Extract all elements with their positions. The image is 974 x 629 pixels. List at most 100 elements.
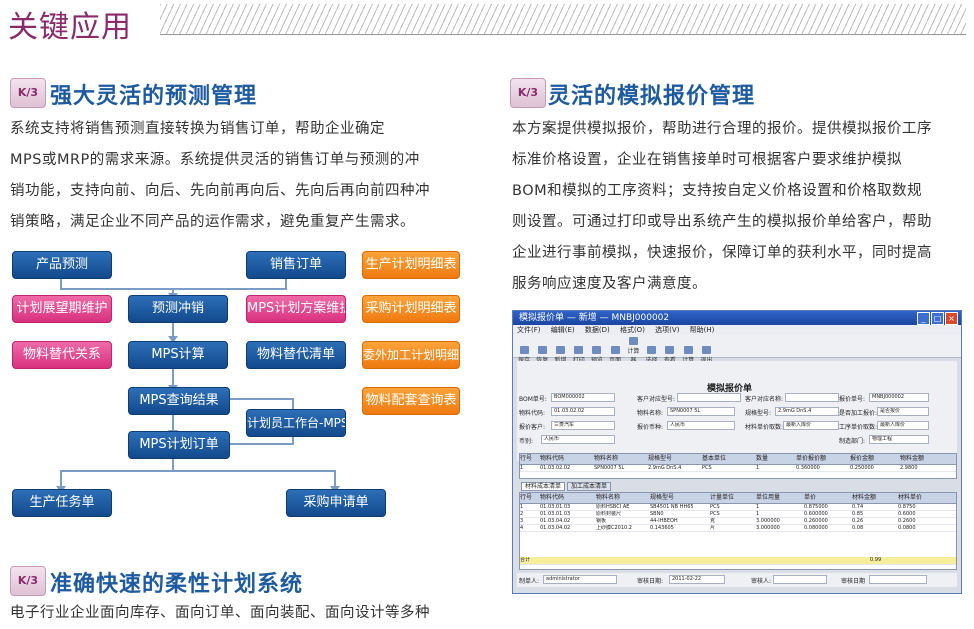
field-label: 材料单价取数: [745, 424, 784, 431]
flow-node-material-query[interactable]: 物料配套查询表 [362, 387, 460, 415]
minimize-icon[interactable]: _ [917, 312, 930, 325]
field-label: 是否加工报价: [839, 410, 878, 417]
menu-item[interactable]: 编辑(E) [551, 326, 575, 334]
text-line: 销策略，满足企业不同产品的运作需求，避免重复产生需求。 [10, 214, 415, 230]
new-icon [555, 346, 565, 354]
menu-item[interactable]: 格式(O) [620, 326, 645, 334]
field-label: 报价币种: [637, 424, 664, 431]
quote-currency-field[interactable]: 人民币 [667, 421, 735, 430]
text-line: 则设置。可通过打印或导出系统产生的模拟报价单给客户，帮助 [512, 214, 932, 230]
field-label: 规格型号: [745, 410, 772, 417]
section-heading-quote: 灵活的模拟报价管理 [548, 84, 756, 109]
maker-field: administrator [543, 575, 617, 584]
quote-customer-field[interactable]: 三菱汽车 [551, 421, 615, 430]
tab-material-cost[interactable]: 材料成本清单 [521, 482, 566, 491]
restore-icon [537, 346, 547, 354]
tab-process-cost[interactable]: 加工成本清单 [566, 482, 611, 491]
flow-node-material-sub[interactable]: 物料替代关系 [12, 341, 112, 369]
toolbar-button[interactable]: 计算器 [625, 337, 641, 364]
maker-label: 制单人: [519, 578, 540, 585]
date-label: 审核日期: [637, 578, 664, 585]
flow-node-mps-query[interactable]: MPS查询结果 [128, 387, 230, 415]
spec-field[interactable]: 2.9mG DnS.4 [775, 407, 839, 416]
field-label: 物料名称: [637, 410, 664, 417]
review-date-label: 审核日期 [841, 578, 866, 585]
text-line: 标准价格设置，企业在销售接单时可根据客户要求维护模拟 [512, 152, 902, 168]
material-cost-grid: 行号 物料代码 物料名称 规格型号 计量单位 单位用量 单价 材料金额 材料单价 1 01.03.… [519, 492, 957, 570]
k3-badge-icon: K/3 [10, 566, 46, 596]
text-line: 系统支持将销售预测直接转换为销售订单，帮助企业确定 [10, 121, 385, 137]
material-name-field[interactable]: SPN0007 5L [667, 407, 735, 416]
flow-node-mps-order[interactable]: MPS计划订单 [128, 431, 230, 459]
text-line: 销功能，支持向前、向后、先向前再向后、先向后再向前四种冲 [10, 183, 430, 199]
field-label: BOM单号: [519, 396, 547, 403]
table-row[interactable]: 1 01.03.01.03 原料HSBCI AE SB4501 NB HH65 PCS 1… [520, 504, 956, 511]
close-icon[interactable]: × [945, 312, 958, 325]
print-icon [574, 346, 584, 354]
flow-node-sales-order[interactable]: 销售订单 [246, 251, 346, 279]
table-row[interactable]: 1 01.03.02.02 SPN0007 5L 2.9mG DnS.4 PCS 1 0.3… [520, 465, 956, 472]
flow-node-outsource-report[interactable]: 委外加工计划明细表 [362, 341, 460, 369]
connector [172, 367, 174, 387]
field-label: 报价客户: [519, 424, 546, 431]
preview-icon [592, 346, 602, 354]
department-field[interactable]: 物理工程 [869, 435, 929, 444]
quote-window-screenshot: 模拟报价单 — 新增 — MNBJ000002 _ □ × 文件(F) 编辑(E) … [512, 310, 962, 594]
flow-node-material-sub-list[interactable]: 物料替代清单 [246, 341, 346, 369]
select-icon [647, 346, 657, 354]
customer-model-field[interactable] [677, 393, 741, 402]
calculator-icon [628, 337, 638, 345]
menu-item[interactable]: 文件(F) [517, 326, 541, 334]
flow-node-forecast-offset[interactable]: 预测冲销 [128, 295, 228, 323]
field-label: 工序单价取数: [839, 424, 878, 431]
text-line: MPS或MRP的需求来源。系统提供灵活的销售订单与预测的冲 [10, 152, 420, 168]
field-label: 客户对应型号: [637, 396, 676, 403]
flow-node-plan-workbench[interactable]: 计划员工作台-MPS [246, 409, 346, 437]
currency-field[interactable]: 人民币 [541, 435, 615, 444]
material-code-field[interactable]: 01.03.02.02 [551, 407, 615, 416]
grid-header: 行号 物料代码 物料名称 规格型号 基本单位 数量 单价报价额 报价金额 物料金额 [520, 454, 956, 465]
process-price-rule-field[interactable]: 最新人库价 [877, 421, 929, 430]
table-row[interactable]: 2 01.03.01.03 原料封装尺 SBN0 PCS 1 0.600000 0.85 0.6… [520, 511, 956, 518]
maximize-icon[interactable]: □ [931, 312, 944, 325]
menu-item[interactable]: 选项(V) [655, 326, 679, 334]
connector [230, 398, 294, 400]
date-field: 2011-02-22 [669, 575, 725, 584]
window-titlebar: 模拟报价单 — 新增 — MNBJ000002 _ □ × [513, 311, 961, 325]
field-label: 物料代码: [519, 410, 546, 417]
field-label: 客户对应名称: [745, 396, 784, 403]
reviewer-field [773, 575, 827, 584]
review-date-field [869, 575, 927, 584]
field-label: 制造部门: [839, 438, 866, 445]
flow-node-mps-calc[interactable]: MPS计算 [128, 341, 228, 369]
section-heading-planning: 准确快速的柔性计划系统 [50, 572, 304, 597]
table-row[interactable]: 3 01.03.04.02 钢板 44-IHBEOH 克 3.000000 0.260000… [520, 518, 956, 525]
flow-node-plan-report[interactable]: 生产计划明细表 [362, 251, 460, 279]
section-heading-forecast: 强大灵活的预测管理 [50, 84, 258, 109]
tab-strip: 材料成本清单 加工成本清单 [521, 481, 611, 491]
toolbar: 保存 恢复 新增 打印 预览 页面 计算器 选择 查看 计算 退出 [513, 335, 961, 364]
grid-header: 行号 物料代码 物料名称 规格型号 计量单位 单位用量 单价 材料金额 材料单价 [520, 493, 956, 504]
connector [220, 443, 294, 445]
flow-node-mps-plan[interactable]: MPS计划方案维护 [246, 295, 346, 323]
quote-no-field[interactable]: MNBJ000002 [869, 393, 929, 402]
material-price-rule-field[interactable]: 最新入库价 [783, 421, 839, 430]
section-body-quote: 本方案提供模拟报价，帮助进行合理的报价。提供模拟报价工序 标准价格设置，企业在销… [512, 114, 970, 300]
table-row[interactable]: 4 01.03.04.02 上砂膜C2010.2 0.143605 片 3.000000 0… [520, 525, 956, 532]
reviewer-label: 审核人: [751, 578, 772, 585]
flow-node-purchase-request[interactable]: 采购申请单 [286, 489, 386, 517]
exit-icon [701, 346, 711, 354]
bom-no-field[interactable]: BOM000002 [551, 393, 615, 402]
connector [172, 412, 174, 432]
menu-item[interactable]: 数据(D) [585, 326, 610, 334]
menu-item[interactable]: 帮助(H) [690, 326, 715, 334]
page-title: 关键应用 [8, 10, 132, 45]
flow-node-purchase-report[interactable]: 采购计划明细表 [362, 295, 460, 323]
flow-node-product-forecast[interactable]: 产品预测 [12, 251, 112, 279]
flow-node-production-task[interactable]: 生产任务单 [12, 489, 112, 517]
process-quote-field[interactable]: 是否报价 [877, 407, 929, 416]
customer-name-field[interactable] [785, 393, 839, 402]
section-body-forecast: 系统支持将销售预测直接转换为销售订单，帮助企业确定 MPS或MRP的需求来源。系… [10, 114, 480, 238]
connector [60, 470, 336, 472]
flow-node-plan-window[interactable]: 计划展望期维护 [12, 295, 112, 323]
